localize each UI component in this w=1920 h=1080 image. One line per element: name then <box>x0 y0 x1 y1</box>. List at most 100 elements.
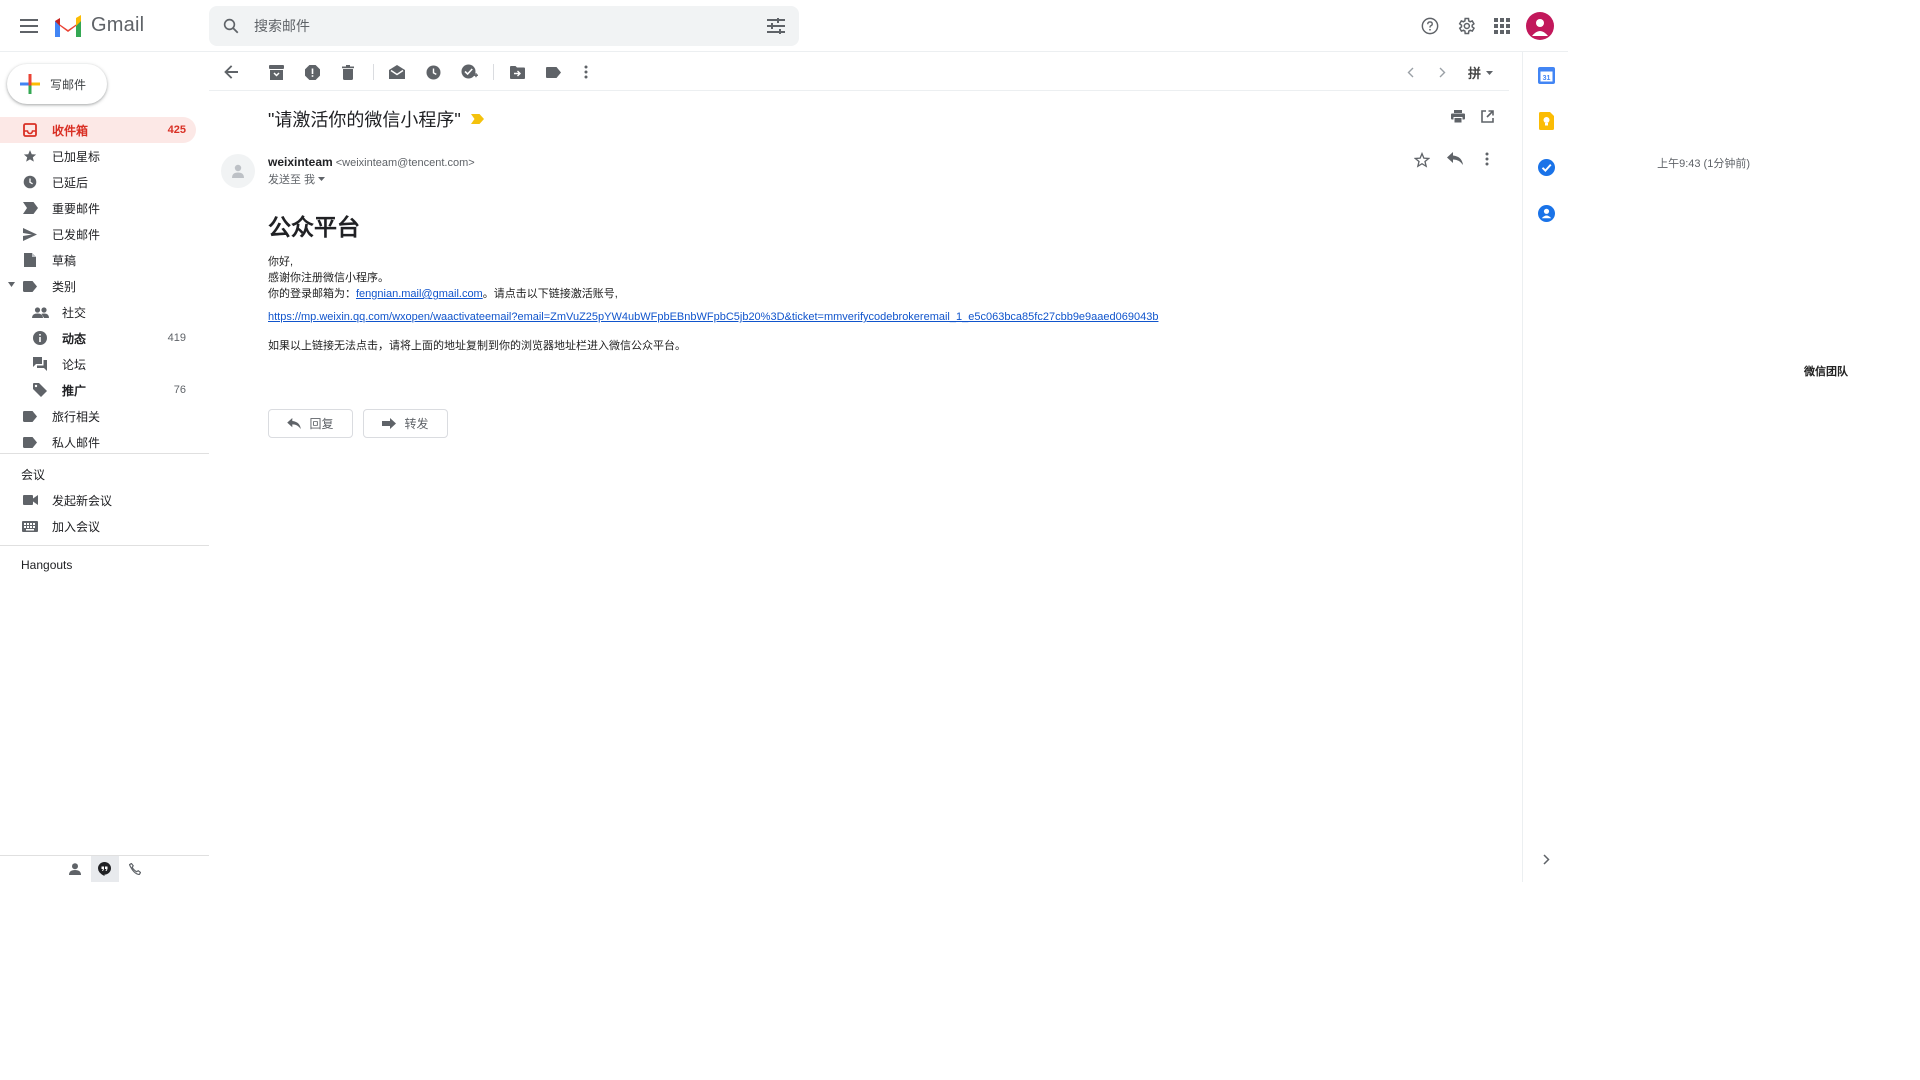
input-tools-button[interactable]: 拼 <box>1468 63 1493 82</box>
draft-icon <box>21 251 39 269</box>
calendar-addon-button[interactable]: 31 <box>1536 65 1556 85</box>
sender-address: <weixinteam@tencent.com> <box>335 157 475 169</box>
unread-count: 76 <box>173 384 186 396</box>
compose-button[interactable]: 写邮件 <box>7 64 107 104</box>
meet-new-meeting[interactable]: 发起新会议 <box>0 487 196 513</box>
recipient-line: 发送至 我 <box>268 174 316 186</box>
keep-icon <box>1538 112 1554 130</box>
mark-unread-button[interactable] <box>387 62 407 82</box>
gmail-m-icon <box>55 14 81 37</box>
keep-addon-button[interactable] <box>1536 111 1556 131</box>
activation-link-line: https://mp.weixin.qq.com/wxopen/waactiva… <box>268 311 1158 323</box>
older-message-button[interactable] <box>1432 62 1452 82</box>
print-icon <box>1451 110 1465 123</box>
meet-section-title: 会议 <box>21 468 46 482</box>
phone-button[interactable] <box>121 856 149 882</box>
apps-grid-icon <box>1494 18 1510 34</box>
sidebar-item-label: 旅行相关 <box>52 409 101 424</box>
sidebar-item-personal[interactable]: 私人邮件 <box>0 429 196 455</box>
move-to-button[interactable] <box>507 62 527 82</box>
more-vert-icon <box>1485 152 1489 166</box>
sidebar-item-snoozed[interactable]: 已延后 <box>0 169 196 195</box>
report-spam-button[interactable] <box>302 62 322 82</box>
sidebar-item-important[interactable]: 重要邮件 <box>0 195 196 221</box>
sidebar-item-promotions[interactable]: 推广 76 <box>0 377 196 403</box>
delete-button[interactable] <box>338 62 358 82</box>
recipient-details-toggle[interactable]: 发送至 我 <box>268 171 326 187</box>
back-button[interactable] <box>221 62 241 82</box>
email-signature: 微信团队 <box>1804 366 1848 378</box>
forward-label: 转发 <box>404 417 429 431</box>
account-avatar[interactable] <box>1526 12 1554 40</box>
login-email-link[interactable]: fengnian.mail@gmail.com <box>356 288 483 300</box>
label-icon <box>21 407 39 425</box>
email-subject: "请激活你的微信小程序" <box>268 110 461 130</box>
archive-button[interactable] <box>266 62 286 82</box>
label-icon <box>21 277 39 295</box>
sidebar-item-sent[interactable]: 已发邮件 <box>0 221 196 247</box>
reply-button[interactable]: 回复 <box>268 409 353 438</box>
contacts-button[interactable] <box>61 856 89 882</box>
hangouts-chat-button[interactable] <box>90 856 119 882</box>
open-new-window-button[interactable] <box>1481 110 1494 123</box>
gmail-logo[interactable]: Gmail <box>53 14 144 37</box>
print-all-button[interactable] <box>1451 110 1465 123</box>
input-lang-label: 拼 <box>1467 66 1481 81</box>
sidebar-item-label: 类别 <box>52 279 77 294</box>
search-input[interactable]: 搜索邮件 <box>254 16 767 36</box>
meet-new-label: 发起新会议 <box>52 493 113 508</box>
tasks-addon-button[interactable] <box>1536 157 1556 177</box>
help-button[interactable] <box>1416 12 1444 40</box>
sidebar-item-categories[interactable]: 类别 <box>0 273 196 299</box>
expand-caret-icon <box>8 282 15 287</box>
email-body-title: 公众平台 <box>268 214 360 240</box>
add-to-tasks-button[interactable] <box>459 62 479 82</box>
sidebar-item-label: 社交 <box>62 305 87 320</box>
contacts-icon <box>1537 204 1555 222</box>
meet-join-meeting[interactable]: 加入会议 <box>0 513 196 539</box>
sidebar-item-starred[interactable]: 已加星标 <box>0 143 196 169</box>
message-toolbar: 拼 <box>209 52 1509 91</box>
star-message-button[interactable] <box>1414 152 1430 168</box>
contacts-addon-button[interactable] <box>1536 203 1556 223</box>
report-icon <box>304 64 320 80</box>
label-icon <box>545 66 561 78</box>
sidebar-item-label: 动态 <box>62 331 87 346</box>
sidebar-item-inbox[interactable]: 收件箱 425 <box>0 117 196 143</box>
snooze-button[interactable] <box>423 62 443 82</box>
sidebar-item-label: 论坛 <box>62 357 87 372</box>
search-bar[interactable]: 搜索邮件 <box>209 6 799 46</box>
importance-marker-icon <box>470 114 484 124</box>
sidebar-item-drafts[interactable]: 草稿 <box>0 247 196 273</box>
main-menu-button[interactable] <box>15 12 43 40</box>
tag-icon <box>31 381 49 399</box>
sidebar-item-updates[interactable]: 动态 419 <box>0 325 196 351</box>
search-options-icon <box>767 18 785 34</box>
sidebar-item-label: 草稿 <box>52 253 77 268</box>
activation-link[interactable]: https://mp.weixin.qq.com/wxopen/waactiva… <box>268 311 1158 323</box>
sidebar-item-travel[interactable]: 旅行相关 <box>0 403 196 429</box>
settings-button[interactable] <box>1452 12 1480 40</box>
sender-avatar <box>221 154 255 188</box>
newer-message-button[interactable] <box>1400 62 1420 82</box>
thanks-line: 感谢你注册微信小程序。 <box>268 272 389 284</box>
search-icon <box>223 18 239 34</box>
reply-icon <box>287 418 302 429</box>
trash-icon <box>342 64 354 80</box>
apps-button[interactable] <box>1488 12 1516 40</box>
message-more-button[interactable] <box>1485 152 1489 166</box>
reply-icon-button[interactable] <box>1447 152 1463 165</box>
forward-button[interactable]: 转发 <box>363 409 448 438</box>
expand-side-panel-button[interactable] <box>1536 849 1556 869</box>
sender-name[interactable]: weixinteam <box>268 155 333 169</box>
more-actions-button[interactable] <box>576 62 596 82</box>
labels-button[interactable] <box>543 62 563 82</box>
sidebar-item-label: 已加星标 <box>52 149 101 164</box>
sidebar-item-forums[interactable]: 论坛 <box>0 351 196 377</box>
toolbar-divider <box>373 64 374 80</box>
sidebar-divider <box>0 545 209 546</box>
sidebar-item-label: 收件箱 <box>52 123 89 138</box>
chevron-left-icon <box>1407 67 1413 77</box>
people-icon <box>31 303 49 321</box>
sidebar-item-social[interactable]: 社交 <box>0 299 196 325</box>
